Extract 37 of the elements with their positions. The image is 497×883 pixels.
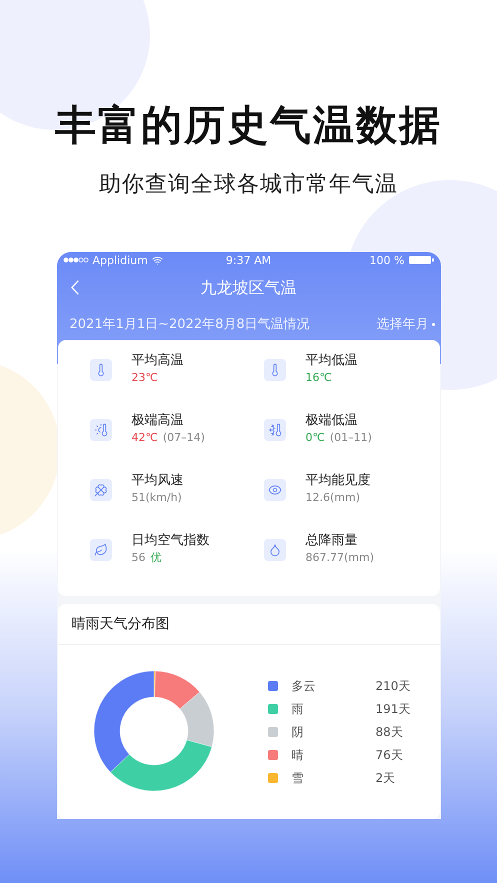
legend-label: 多云 [292,678,316,694]
stat-value: 0℃ [306,430,325,446]
legend-value: 88天 [376,724,404,740]
nav-title: 九龙坡区气温 [200,278,296,298]
stat-label: 平均风速 [132,472,184,490]
stat-value: 优 [150,550,162,566]
legend-label: 阴 [292,724,304,740]
legend-value: 191天 [376,701,410,717]
period-label: 2021年1月1日~2022年8月8日气温情况 [70,316,310,333]
stat-label: 日均空气指数 [132,532,210,550]
legend-label: 雨 [292,701,304,717]
status-time: 9:37 AM [226,254,272,266]
stat-value: 51(km/h) [132,490,182,506]
stat-value: 16℃ [306,370,332,386]
stat-label: 平均低温 [306,352,358,370]
stat-label: 平均高温 [132,352,184,370]
legend-value: 2天 [376,770,396,786]
headline: 丰富的历史气温数据 [55,100,442,151]
stat-value: 56 [132,550,146,566]
stat-value: (01–11) [330,430,372,446]
carrier-name: Applidium [92,254,148,266]
legend-value: 76天 [376,747,404,763]
stat-label: 总降雨量 [306,532,358,550]
stat-value: 12.6(mm) [306,490,360,506]
battery-percent: 100 % [370,254,404,266]
legend-value: 210天 [376,678,410,694]
subtitle: 助你查询全球各城市常年气温 [99,171,398,199]
stat-value: 23℃ [132,370,158,386]
stat-label: 极端高温 [132,412,184,430]
legend-label: 晴 [292,747,304,763]
chart-title: 晴雨天气分布图 [72,615,170,633]
stat-label: 极端低温 [306,412,358,430]
stat-value: (07–14) [162,430,205,446]
stat-value: 867.77(mm) [306,550,374,566]
stat-value: 42℃ [132,430,158,446]
legend-label: 雪 [292,770,304,786]
stat-label: 平均能见度 [306,472,370,490]
